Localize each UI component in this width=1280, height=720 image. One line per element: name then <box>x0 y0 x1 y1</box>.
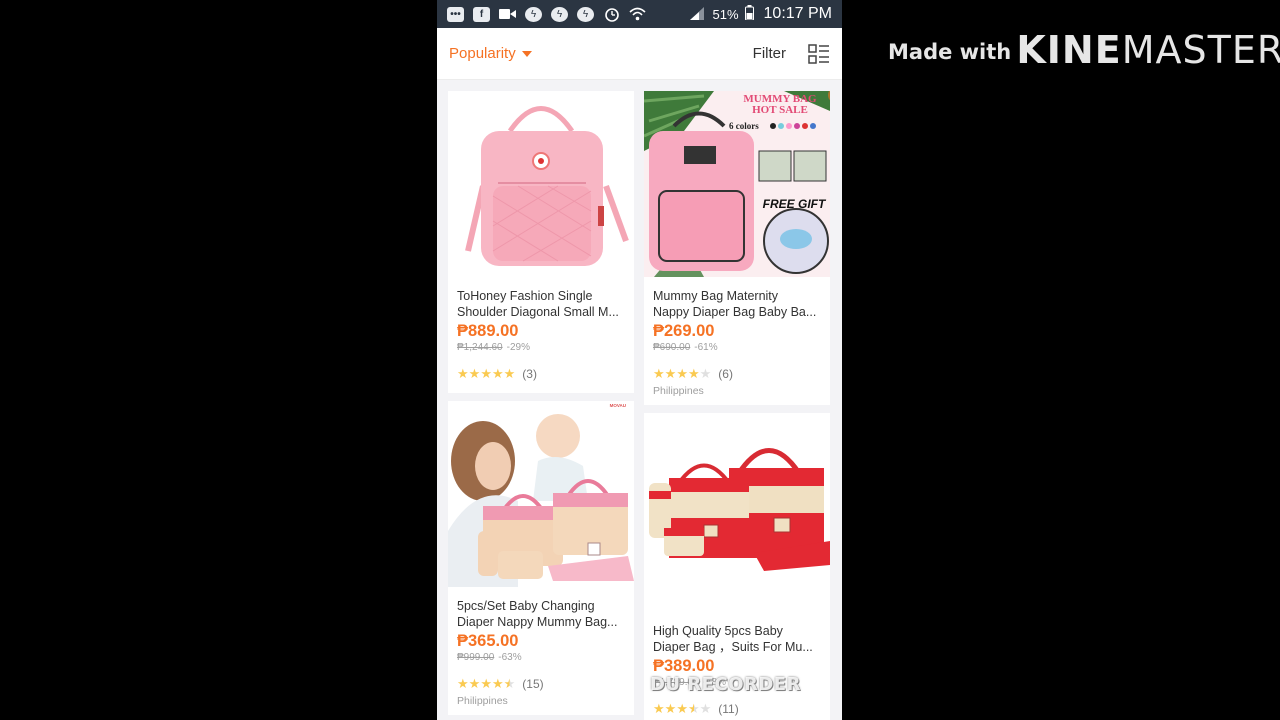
product-original-price: ₱1,244.60 -29% <box>457 342 530 353</box>
product-title[interactable]: Mummy Bag Maternity Nappy Diaper Bag Bab… <box>644 288 830 320</box>
star-icon: ★ <box>503 366 516 381</box>
discount-badge: -61% <box>694 342 718 353</box>
star-icon: ★ <box>480 676 492 691</box>
star-icon: ★ <box>699 701 712 716</box>
star-icon: ★ <box>480 366 492 381</box>
product-price: ₱365.00 <box>457 632 519 650</box>
review-count: (11) <box>718 702 739 716</box>
star-rating-icons: ★★★★★ <box>653 702 711 716</box>
messenger-icon: ϟ <box>577 6 594 22</box>
product-rating: ★★★★★ (11) <box>644 702 830 716</box>
star-rating-icons: ★★★★★ <box>457 367 515 381</box>
sort-dropdown[interactable]: Popularity <box>449 45 532 62</box>
clock: 10:17 PM <box>763 5 832 22</box>
kinemaster-watermark: Made with KINEMASTER <box>888 28 1280 72</box>
product-rating: ★★★★★ (15) <box>448 677 634 691</box>
product-rating: ★★★★★ (3) <box>448 367 634 381</box>
du-recorder-watermark: DU RECORDER <box>650 674 801 695</box>
messenger-icon: ϟ <box>525 6 542 22</box>
caret-down-icon <box>521 50 532 57</box>
star-icon: ★ <box>676 366 688 381</box>
list-view-toggle-icon[interactable] <box>808 43 830 64</box>
banner-text-3: 6 colors <box>729 121 759 131</box>
star-icon: ★ <box>664 701 677 716</box>
product-grid: ToHoney Fashion Single Shoulder Diagonal… <box>437 80 842 720</box>
screen: Made with KINEMASTER ••• f ϟ ϟ ϟ 51% 10:… <box>0 0 1280 720</box>
product-image-red-bag-set[interactable] <box>644 413 830 612</box>
star-icon: ★ <box>457 676 469 691</box>
product-image-mother-baby-bag-set[interactable]: MOVAU <box>448 401 634 587</box>
review-count: (3) <box>522 367 537 381</box>
sort-filter-bar: Popularity Filter <box>437 28 842 80</box>
star-icon: ★ <box>503 676 516 691</box>
sort-label: Popularity <box>449 45 516 62</box>
review-count: (15) <box>522 677 544 691</box>
star-icon: ★ <box>457 366 469 381</box>
product-card[interactable]: MOVAU 5pcs/Set Baby Changing Diaper Napp… <box>448 401 634 715</box>
star-icon: ★ <box>491 366 504 381</box>
star-icon: ★ <box>491 676 504 691</box>
product-original-price: ₱690.00 -61% <box>653 342 718 353</box>
watermark-brand-a: KINE <box>1016 28 1122 72</box>
product-original-price: ₱999.00 -63% <box>457 652 522 663</box>
product-image-mummy-bag-banner[interactable]: MUMMY BAG HOT SALE 6 colors FREE GIFT <box>644 91 830 277</box>
product-rating: ★★★★★ (6) <box>644 367 830 381</box>
product-price: ₱889.00 <box>457 322 519 340</box>
banner-text-2: HOT SALE <box>752 104 808 116</box>
messenger-icon: ϟ <box>551 6 568 22</box>
alarm-icon <box>603 7 620 22</box>
star-icon: ★ <box>687 701 700 716</box>
status-bar: ••• f ϟ ϟ ϟ 51% 10:17 PM <box>437 0 842 28</box>
review-count: (6) <box>718 367 733 381</box>
filter-button[interactable]: Filter <box>753 45 786 62</box>
battery-icon <box>744 5 754 23</box>
product-title[interactable]: ToHoney Fashion Single Shoulder Diagonal… <box>448 288 634 320</box>
product-card[interactable]: MUMMY BAG HOT SALE 6 colors FREE GIFT Mu… <box>644 91 830 405</box>
product-image-pink-backpack[interactable] <box>448 91 634 277</box>
phone-screen: ••• f ϟ ϟ ϟ 51% 10:17 PM Popularity Filt… <box>437 0 842 720</box>
discount-badge: -29% <box>506 342 530 353</box>
star-icon: ★ <box>687 366 700 381</box>
star-icon: ★ <box>468 366 481 381</box>
star-icon: ★ <box>699 366 712 381</box>
wifi-icon <box>629 7 646 22</box>
brand-mark: MOVAU <box>610 403 626 408</box>
product-title[interactable]: High Quality 5pcs Baby Diaper Bag ，Suits… <box>644 623 830 655</box>
star-icon: ★ <box>468 676 481 691</box>
product-price: ₱269.00 <box>653 322 715 340</box>
star-icon: ★ <box>653 366 665 381</box>
star-icon: ★ <box>653 701 665 716</box>
product-card[interactable]: ToHoney Fashion Single Shoulder Diagonal… <box>448 91 634 393</box>
star-icon: ★ <box>664 366 677 381</box>
video-icon <box>499 7 516 22</box>
chat-icon: ••• <box>447 6 464 22</box>
product-location: Philippines <box>457 695 508 707</box>
watermark-prefix: Made with <box>888 40 1012 64</box>
watermark-brand-b: MASTER <box>1121 28 1280 72</box>
star-icon: ★ <box>676 701 688 716</box>
signal-icon <box>688 6 706 23</box>
star-rating-icons: ★★★★★ <box>457 677 515 691</box>
product-location: Philippines <box>653 385 704 397</box>
discount-badge: -63% <box>498 652 522 663</box>
battery-percent: 51% <box>712 6 739 22</box>
facebook-icon: f <box>473 6 490 22</box>
star-rating-icons: ★★★★★ <box>653 367 711 381</box>
product-title[interactable]: 5pcs/Set Baby Changing Diaper Nappy Mumm… <box>448 598 634 630</box>
